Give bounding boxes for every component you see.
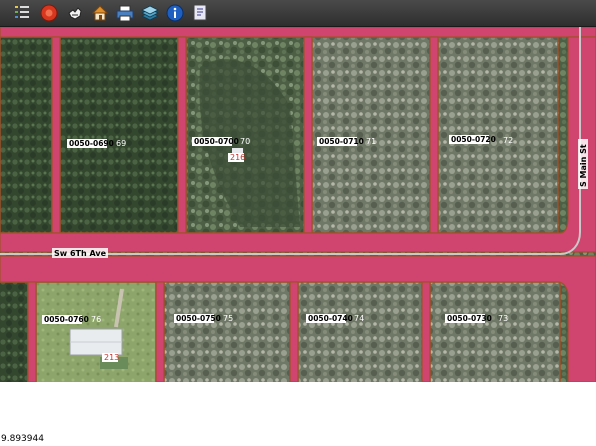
- parcel-id-label[interactable]: 0050-0720: [451, 135, 496, 144]
- parcel-number: 74: [354, 314, 364, 323]
- identify-icon[interactable]: [190, 3, 210, 23]
- parcel-id-label[interactable]: 0050-0750: [176, 314, 221, 323]
- address-number: 213: [104, 353, 119, 362]
- parcel-id-label[interactable]: 0050-0690: [69, 139, 114, 148]
- parcel-id-label[interactable]: 0050-0760: [44, 315, 89, 324]
- address-number: 216: [230, 153, 245, 162]
- parcel-area: [164, 282, 290, 382]
- street-label-avenue: Sw 6Th Ave: [54, 249, 107, 258]
- parcel-area: [60, 37, 178, 233]
- parcel-number: 73: [498, 314, 508, 323]
- street-label-main: S Main St: [579, 144, 588, 187]
- parcel-area: [0, 37, 52, 233]
- parcel-area: [298, 282, 422, 382]
- layers-list-icon[interactable]: [12, 3, 32, 23]
- info-icon[interactable]: [165, 3, 185, 23]
- parcel-id-label[interactable]: 0050-0740: [308, 314, 353, 323]
- parcel-number: 72: [503, 136, 513, 145]
- parcel-id-label[interactable]: 0050-0730: [447, 314, 492, 323]
- stop-icon[interactable]: [39, 3, 59, 23]
- parcel-number: 76: [91, 315, 101, 324]
- parcel-id-label[interactable]: 0050-0710: [319, 137, 364, 146]
- parcel-number: 71: [366, 137, 376, 146]
- parcel-area: [0, 282, 28, 382]
- pan-hand-icon[interactable]: [65, 3, 85, 23]
- map-toolbar: [0, 0, 596, 27]
- print-icon[interactable]: [115, 3, 135, 23]
- parcel-number: 69: [116, 139, 126, 148]
- map-view[interactable]: 0050-0690 69 0050-0700 70 0050-0710 71 0…: [0, 27, 596, 382]
- layers-stack-icon[interactable]: [140, 3, 160, 23]
- parcel-id-label[interactable]: 0050-0700: [194, 137, 239, 146]
- home-icon[interactable]: [90, 3, 110, 23]
- parcel-area: [312, 37, 430, 233]
- coordinate-readout: 9.893944: [1, 434, 44, 444]
- parcel-area: [430, 282, 560, 382]
- parcel-number: 70: [240, 137, 250, 146]
- parcel-number: 75: [223, 314, 233, 323]
